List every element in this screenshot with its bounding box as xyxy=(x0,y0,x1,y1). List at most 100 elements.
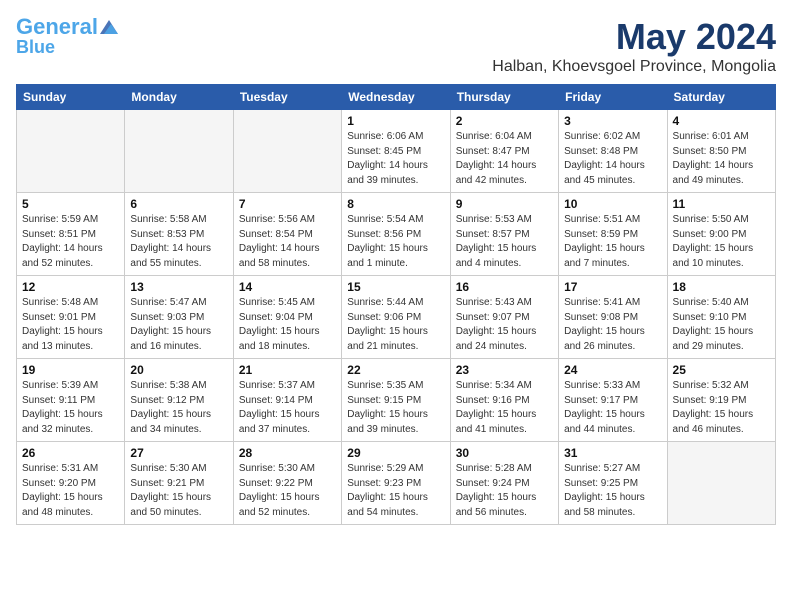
day-info: Sunrise: 5:56 AM Sunset: 8:54 PM Dayligh… xyxy=(239,213,336,271)
day-number: 21 xyxy=(239,363,336,377)
calendar-week-2: 5Sunrise: 5:59 AM Sunset: 8:51 PM Daylig… xyxy=(17,193,776,276)
day-info: Sunrise: 6:04 AM Sunset: 8:47 PM Dayligh… xyxy=(456,130,553,188)
calendar-cell xyxy=(17,110,125,193)
weekday-header-row: SundayMondayTuesdayWednesdayThursdayFrid… xyxy=(17,85,776,110)
calendar-cell: 3 Sunrise: 6:02 AM Sunset: 8:48 PM Daylig… xyxy=(559,110,667,193)
calendar-cell: 31Sunrise: 5:27 AM Sunset: 9:25 PM Dayli… xyxy=(559,442,667,525)
day-info: Sunrise: 5:41 AM Sunset: 9:08 PM Dayligh… xyxy=(564,296,661,354)
day-info: Sunrise: 6:01 AM Sunset: 8:50 PM Dayligh… xyxy=(673,130,770,188)
calendar-cell: 18Sunrise: 5:40 AM Sunset: 9:10 PM Dayli… xyxy=(667,276,775,359)
calendar-cell: 8 Sunrise: 5:54 AM Sunset: 8:56 PM Daylig… xyxy=(342,193,450,276)
day-number: 4 xyxy=(673,114,770,128)
day-number: 1 xyxy=(347,114,444,128)
weekday-header-thursday: Thursday xyxy=(450,85,558,110)
day-number: 12 xyxy=(22,280,119,294)
day-info: Sunrise: 5:32 AM Sunset: 9:19 PM Dayligh… xyxy=(673,379,770,437)
calendar-cell: 29 Sunrise: 5:29 AM Sunset: 9:23 PM Dayli… xyxy=(342,442,450,525)
day-info: Sunrise: 5:50 AM Sunset: 9:00 PM Dayligh… xyxy=(673,213,770,271)
calendar-cell: 12 Sunrise: 5:48 AM Sunset: 9:01 PM Dayli… xyxy=(17,276,125,359)
calendar-cell: 1Sunrise: 6:06 AM Sunset: 8:45 PM Daylig… xyxy=(342,110,450,193)
day-info: Sunrise: 5:47 AM Sunset: 9:03 PM Dayligh… xyxy=(130,296,227,354)
day-number: 7 xyxy=(239,197,336,211)
day-info: Sunrise: 5:51 AM Sunset: 8:59 PM Dayligh… xyxy=(564,213,661,271)
calendar-cell: 30 Sunrise: 5:28 AM Sunset: 9:24 PM Dayli… xyxy=(450,442,558,525)
day-number: 20 xyxy=(130,363,227,377)
day-info: Sunrise: 5:44 AM Sunset: 9:06 PM Dayligh… xyxy=(347,296,444,354)
day-info: Sunrise: 5:45 AM Sunset: 9:04 PM Dayligh… xyxy=(239,296,336,354)
day-info: Sunrise: 5:37 AM Sunset: 9:14 PM Dayligh… xyxy=(239,379,336,437)
calendar-cell: 21 Sunrise: 5:37 AM Sunset: 9:14 PM Dayli… xyxy=(233,359,341,442)
calendar-cell: 9 Sunrise: 5:53 AM Sunset: 8:57 PM Daylig… xyxy=(450,193,558,276)
day-number: 17 xyxy=(564,280,661,294)
calendar-cell: 2Sunrise: 6:04 AM Sunset: 8:47 PM Daylig… xyxy=(450,110,558,193)
page-header: General Blue May 2024 Halban, Khoevsgoel… xyxy=(16,16,776,76)
day-number: 24 xyxy=(564,363,661,377)
day-number: 9 xyxy=(456,197,553,211)
calendar-cell: 26Sunrise: 5:31 AM Sunset: 9:20 PM Dayli… xyxy=(17,442,125,525)
day-info: Sunrise: 5:31 AM Sunset: 9:20 PM Dayligh… xyxy=(22,462,119,520)
calendar-cell xyxy=(667,442,775,525)
day-info: Sunrise: 5:48 AM Sunset: 9:01 PM Dayligh… xyxy=(22,296,119,354)
day-number: 22 xyxy=(347,363,444,377)
day-number: 5 xyxy=(22,197,119,211)
calendar-cell: 4 Sunrise: 6:01 AM Sunset: 8:50 PM Daylig… xyxy=(667,110,775,193)
calendar-week-4: 19 Sunrise: 5:39 AM Sunset: 9:11 PM Dayli… xyxy=(17,359,776,442)
weekday-header-tuesday: Tuesday xyxy=(233,85,341,110)
calendar-cell: 24Sunrise: 5:33 AM Sunset: 9:17 PM Dayli… xyxy=(559,359,667,442)
calendar-week-5: 26Sunrise: 5:31 AM Sunset: 9:20 PM Dayli… xyxy=(17,442,776,525)
calendar-cell: 11 Sunrise: 5:50 AM Sunset: 9:00 PM Dayli… xyxy=(667,193,775,276)
weekday-header-saturday: Saturday xyxy=(667,85,775,110)
day-info: Sunrise: 6:02 AM Sunset: 8:48 PM Dayligh… xyxy=(564,130,661,188)
day-info: Sunrise: 5:58 AM Sunset: 8:53 PM Dayligh… xyxy=(130,213,227,271)
calendar-table: SundayMondayTuesdayWednesdayThursdayFrid… xyxy=(16,84,776,525)
day-number: 30 xyxy=(456,446,553,460)
day-info: Sunrise: 5:27 AM Sunset: 9:25 PM Dayligh… xyxy=(564,462,661,520)
day-number: 11 xyxy=(673,197,770,211)
logo-icon xyxy=(100,20,118,34)
calendar-cell: 16 Sunrise: 5:43 AM Sunset: 9:07 PM Dayli… xyxy=(450,276,558,359)
day-info: Sunrise: 5:40 AM Sunset: 9:10 PM Dayligh… xyxy=(673,296,770,354)
day-number: 16 xyxy=(456,280,553,294)
day-number: 27 xyxy=(130,446,227,460)
day-info: Sunrise: 5:28 AM Sunset: 9:24 PM Dayligh… xyxy=(456,462,553,520)
calendar-cell: 22 Sunrise: 5:35 AM Sunset: 9:15 PM Dayli… xyxy=(342,359,450,442)
day-info: Sunrise: 5:34 AM Sunset: 9:16 PM Dayligh… xyxy=(456,379,553,437)
calendar-cell: 23 Sunrise: 5:34 AM Sunset: 9:16 PM Dayli… xyxy=(450,359,558,442)
day-number: 3 xyxy=(564,114,661,128)
day-info: Sunrise: 5:30 AM Sunset: 9:22 PM Dayligh… xyxy=(239,462,336,520)
calendar-cell: 20 Sunrise: 5:38 AM Sunset: 9:12 PM Dayli… xyxy=(125,359,233,442)
calendar-week-1: 1Sunrise: 6:06 AM Sunset: 8:45 PM Daylig… xyxy=(17,110,776,193)
logo-blue: Blue xyxy=(16,38,55,56)
day-info: Sunrise: 5:53 AM Sunset: 8:57 PM Dayligh… xyxy=(456,213,553,271)
calendar-cell: 6 Sunrise: 5:58 AM Sunset: 8:53 PM Daylig… xyxy=(125,193,233,276)
calendar-cell: 17 Sunrise: 5:41 AM Sunset: 9:08 PM Dayli… xyxy=(559,276,667,359)
calendar-week-3: 12 Sunrise: 5:48 AM Sunset: 9:01 PM Dayli… xyxy=(17,276,776,359)
calendar-cell: 13Sunrise: 5:47 AM Sunset: 9:03 PM Dayli… xyxy=(125,276,233,359)
calendar-cell: 25 Sunrise: 5:32 AM Sunset: 9:19 PM Dayli… xyxy=(667,359,775,442)
weekday-header-friday: Friday xyxy=(559,85,667,110)
day-number: 23 xyxy=(456,363,553,377)
day-number: 8 xyxy=(347,197,444,211)
weekday-header-sunday: Sunday xyxy=(17,85,125,110)
day-number: 10 xyxy=(564,197,661,211)
day-info: Sunrise: 5:54 AM Sunset: 8:56 PM Dayligh… xyxy=(347,213,444,271)
day-number: 29 xyxy=(347,446,444,460)
day-info: Sunrise: 5:39 AM Sunset: 9:11 PM Dayligh… xyxy=(22,379,119,437)
day-number: 6 xyxy=(130,197,227,211)
day-info: Sunrise: 5:29 AM Sunset: 9:23 PM Dayligh… xyxy=(347,462,444,520)
day-number: 19 xyxy=(22,363,119,377)
logo-text: General xyxy=(16,16,98,38)
calendar-cell xyxy=(125,110,233,193)
calendar-cell xyxy=(233,110,341,193)
calendar-cell: 7 Sunrise: 5:56 AM Sunset: 8:54 PM Daylig… xyxy=(233,193,341,276)
day-info: Sunrise: 5:43 AM Sunset: 9:07 PM Dayligh… xyxy=(456,296,553,354)
location-subtitle: Halban, Khoevsgoel Province, Mongolia xyxy=(492,58,776,76)
day-info: Sunrise: 5:35 AM Sunset: 9:15 PM Dayligh… xyxy=(347,379,444,437)
title-block: May 2024 Halban, Khoevsgoel Province, Mo… xyxy=(492,16,776,76)
day-number: 25 xyxy=(673,363,770,377)
day-info: Sunrise: 5:38 AM Sunset: 9:12 PM Dayligh… xyxy=(130,379,227,437)
weekday-header-monday: Monday xyxy=(125,85,233,110)
calendar-cell: 5Sunrise: 5:59 AM Sunset: 8:51 PM Daylig… xyxy=(17,193,125,276)
day-number: 14 xyxy=(239,280,336,294)
day-info: Sunrise: 5:30 AM Sunset: 9:21 PM Dayligh… xyxy=(130,462,227,520)
